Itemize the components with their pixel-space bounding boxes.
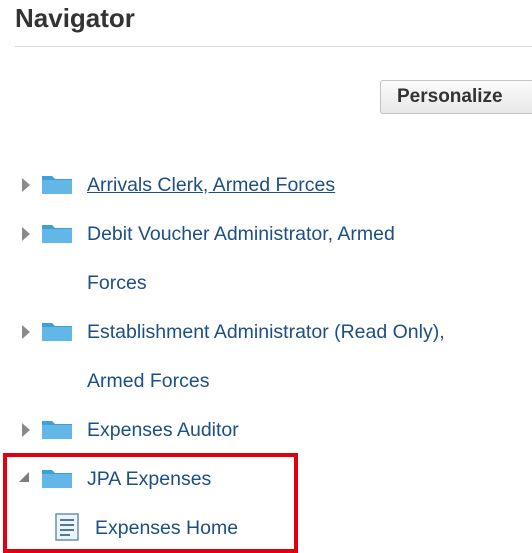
expand-triangle-icon[interactable]	[22, 178, 30, 192]
page-title: Navigator	[15, 3, 135, 33]
expand-triangle-icon[interactable]	[22, 227, 30, 241]
expand-triangle-icon[interactable]	[22, 423, 30, 437]
tree-item-label-continued[interactable]: Forces	[87, 271, 147, 295]
tree-item-arrivals-clerk[interactable]: Arrivals Clerk, Armed Forces	[0, 170, 532, 204]
folder-icon	[42, 323, 72, 341]
personalize-button[interactable]: Personalize	[380, 80, 532, 114]
tree-item-label[interactable]: Debit Voucher Administrator, Armed	[87, 222, 395, 246]
tree-item-debit-voucher-admin[interactable]: Debit Voucher Administrator, Armed Force…	[0, 219, 532, 304]
tree-item-label[interactable]: Expenses Auditor	[87, 418, 239, 442]
folder-icon	[42, 225, 72, 243]
tree-item-label-continued[interactable]: Armed Forces	[87, 369, 209, 393]
tree-item-label[interactable]: Arrivals Clerk, Armed Forces	[87, 173, 335, 197]
tree-item-expenses-auditor[interactable]: Expenses Auditor	[0, 415, 532, 449]
folder-icon	[42, 421, 72, 439]
tree-item-label[interactable]: Establishment Administrator (Read Only),	[87, 320, 445, 344]
tree-item-establishment-admin[interactable]: Establishment Administrator (Read Only),…	[0, 317, 532, 402]
expand-triangle-icon[interactable]	[22, 325, 30, 339]
folder-icon	[42, 176, 72, 194]
title-divider	[15, 46, 532, 47]
highlight-box	[3, 453, 298, 553]
